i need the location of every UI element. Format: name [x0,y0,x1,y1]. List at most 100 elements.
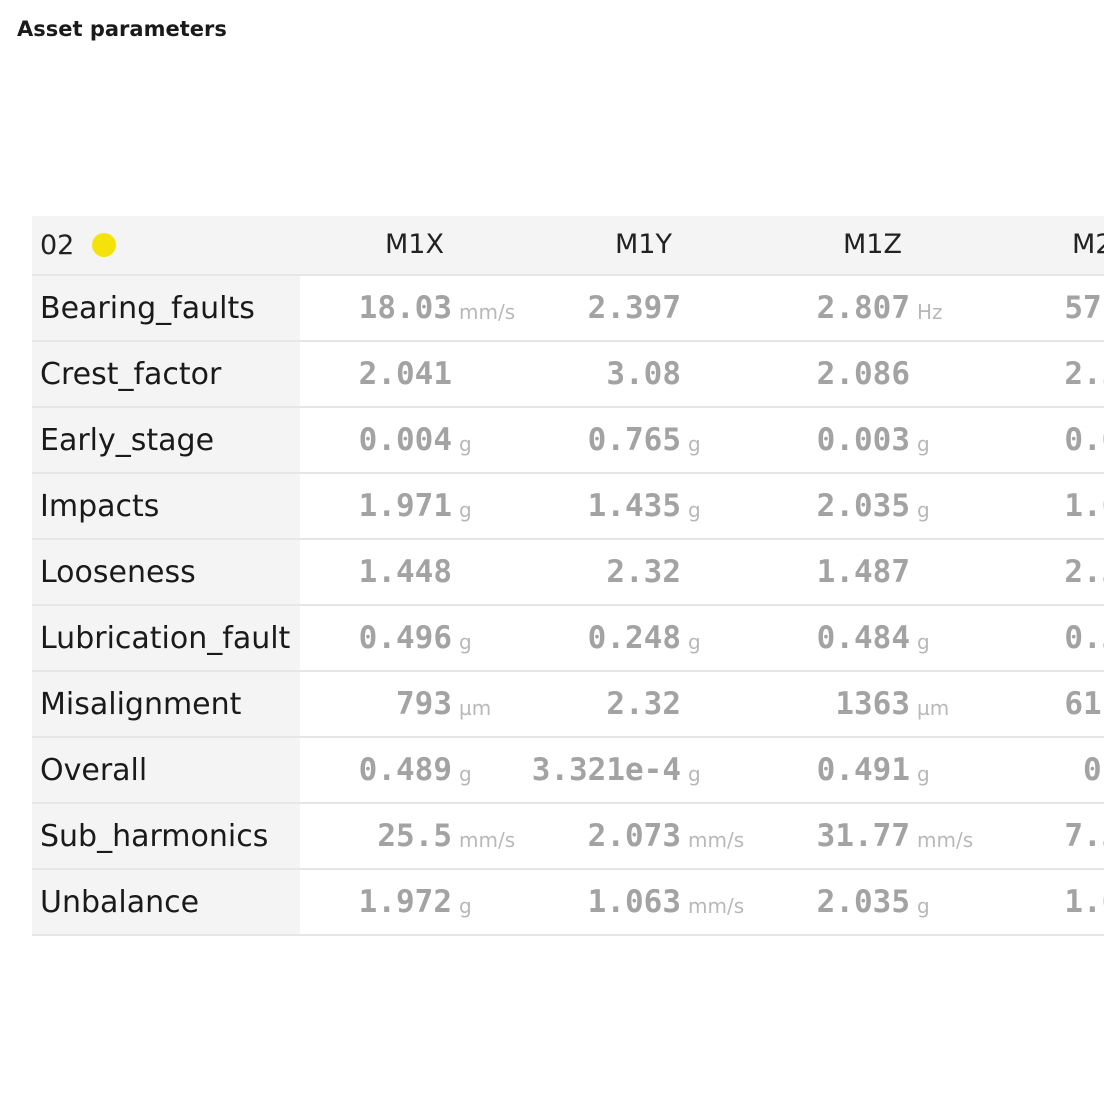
value-cell[interactable]: 1.487 [758,540,987,604]
unit-label: µm [917,696,950,720]
unit-label: g [917,630,930,654]
value-cell[interactable]: 2.035 g [758,474,987,538]
value-cell[interactable]: 61.3 [987,672,1104,736]
unit-label: mm/s [688,894,745,918]
row-label-cell: Overall [32,738,300,802]
row-label-cell: Sub_harmonics [32,804,300,868]
value-cell[interactable]: 2.073 mm/s [529,804,758,868]
parameter-value: 2.39 [1064,554,1104,590]
value-cell[interactable]: 31.77 mm/s [758,804,987,868]
parameters-table-viewport[interactable]: 02 M1XM1YM1ZM2X Bearing_faults18.03mm/s2… [32,216,1104,938]
unit-label: g [917,432,930,456]
value-cell[interactable]: 2.52 [987,342,1104,406]
parameter-value: 0.496 [358,620,452,656]
table-row[interactable]: Bearing_faults 18.03 mm/s 2.397 2.807 Hz 57.4 [32,276,1104,342]
parameter-value: 2.52 [1064,356,1104,392]
row-label-cell: Bearing_faults [32,276,300,340]
value-cell[interactable]: 0.3 [987,738,1104,802]
parameter-value: 7.34 [1064,818,1104,854]
unit-label: g [459,894,472,918]
value-cell[interactable]: 3.321e-4 g [529,738,758,802]
parameter-value: 2.32 [606,686,681,722]
value-cell[interactable]: 0.491 g [758,738,987,802]
parameter-value: 1.971 [358,488,452,524]
value-cell[interactable]: 1363 µm [758,672,987,736]
value-cell[interactable]: 2.035 g [758,870,987,934]
unit-label: g [459,432,472,456]
unit-label: g [459,762,472,786]
parameter-value: 1.65 [1064,884,1104,920]
value-cell[interactable]: 793 µm [300,672,529,736]
parameter-value: 793 [396,686,452,722]
unit-label: mm/s [917,828,974,852]
parameter-value: 2.807 [816,290,910,326]
group-header-cell: 02 [32,216,300,274]
value-cell[interactable]: 1.063 mm/s [529,870,758,934]
table-row[interactable]: Misalignment 793 µm 2.32 1363 µm 61.3 [32,672,1104,738]
unit-label: Hz [917,300,943,324]
parameter-value: 25.5 [377,818,452,854]
table-row[interactable]: Sub_harmonics 25.5 mm/s 2.073 mm/s 31.77 mm/s 7… [32,804,1104,870]
value-cell[interactable]: 2.041 [300,342,529,406]
value-cell[interactable]: 2.32 [529,540,758,604]
value-cell[interactable]: 0.004 g [300,408,529,472]
value-cell[interactable]: 2.32 [529,672,758,736]
parameter-value: 0.00 [1064,422,1104,458]
parameter-value: 0.491 [816,752,910,788]
value-cell[interactable]: 1.435 g [529,474,758,538]
parameter-value: 0.484 [816,620,910,656]
value-cell[interactable]: 2.807 Hz [758,276,987,340]
parameter-value: 3.321e-4 [531,752,681,788]
parameter-name: Overall [40,752,148,788]
value-cell[interactable]: 2.39 [987,540,1104,604]
parameter-value: 0.003 [816,422,910,458]
value-cell[interactable]: 0.496 g [300,606,529,670]
value-cell[interactable]: 18.03 mm/s [300,276,529,340]
value-cell[interactable]: 1.972 g [300,870,529,934]
value-cell[interactable]: 0.489 g [300,738,529,802]
value-cell[interactable]: 2.397 [529,276,758,340]
value-cell[interactable]: 1.971 g [300,474,529,538]
parameter-name: Sub_harmonics [40,818,269,854]
unit-label: µm [459,696,492,720]
value-cell[interactable]: 1.65 [987,870,1104,934]
parameter-name: Crest_factor [40,356,222,392]
table-row[interactable]: Impacts 1.971 g 1.435 g 2.035 g 1.60 [32,474,1104,540]
parameter-value: 57.4 [1064,290,1104,326]
value-cell[interactable]: 0.34 [987,606,1104,670]
unit-label: g [917,762,930,786]
value-cell[interactable]: 0.003 g [758,408,987,472]
value-cell[interactable]: 2.086 [758,342,987,406]
value-cell[interactable]: 0.248 g [529,606,758,670]
table-row[interactable]: Unbalance 1.972 g 1.063 mm/s 2.035 g 1.65 [32,870,1104,936]
value-cell[interactable]: 0.00 [987,408,1104,472]
value-cell[interactable]: 7.34 [987,804,1104,868]
unit-label: g [459,630,472,654]
value-cell[interactable]: 57.4 [987,276,1104,340]
parameter-value: 1.448 [358,554,452,590]
table-row[interactable]: Crest_factor 2.041 3.08 2.086 2.52 [32,342,1104,408]
parameter-value: 1.487 [816,554,910,590]
column-header-m1y[interactable]: M1Y [529,216,758,274]
unit-label: mm/s [459,300,516,324]
column-header-m1z[interactable]: M1Z [758,216,987,274]
value-cell[interactable]: 1.448 [300,540,529,604]
parameter-value: 0.248 [587,620,681,656]
column-header-m1x[interactable]: M1X [300,216,529,274]
column-header-m2x[interactable]: M2X [987,216,1104,274]
value-cell[interactable]: 25.5 mm/s [300,804,529,868]
unit-label: g [688,630,701,654]
parameter-value: 2.035 [816,884,910,920]
table-row[interactable]: Early_stage 0.004 g 0.765 g 0.003 g 0.00 [32,408,1104,474]
value-cell[interactable]: 0.484 g [758,606,987,670]
unit-label: mm/s [459,828,516,852]
parameter-name: Lubrication_fault [40,620,291,656]
value-cell[interactable]: 1.60 [987,474,1104,538]
parameter-value: 2.32 [606,554,681,590]
parameter-value: 0.3 [1083,752,1104,788]
value-cell[interactable]: 0.765 g [529,408,758,472]
table-row[interactable]: Looseness 1.448 2.32 1.487 2.39 [32,540,1104,606]
table-row[interactable]: Overall 0.489 g 3.321e-4 g 0.491 g 0.3 [32,738,1104,804]
table-row[interactable]: Lubrication_fault 0.496 g 0.248 g 0.484 g 0.34 [32,606,1104,672]
value-cell[interactable]: 3.08 [529,342,758,406]
